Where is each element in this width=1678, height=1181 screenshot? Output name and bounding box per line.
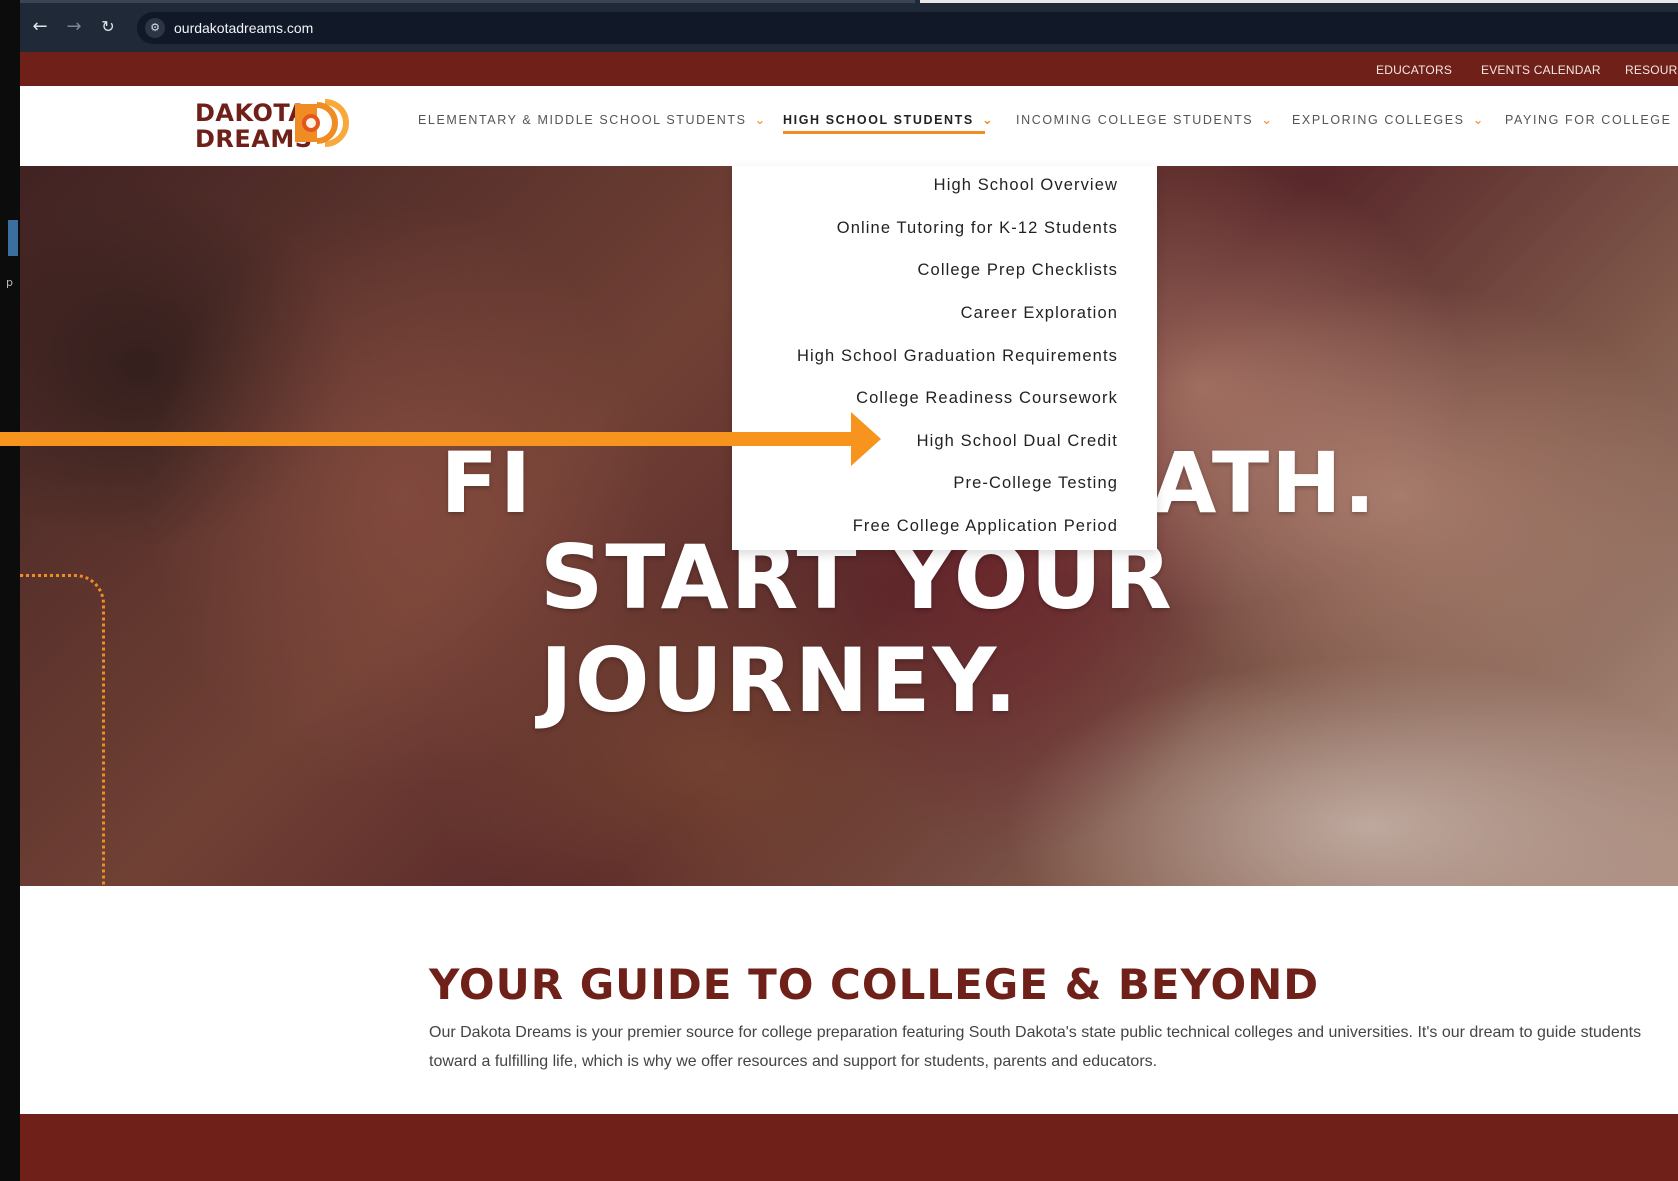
menu-item-college-readiness-coursework[interactable]: College Readiness Coursework (856, 389, 1118, 408)
active-nav-underline (783, 131, 985, 134)
nav-exploring-colleges[interactable]: EXPLORING COLLEGES ⌄ (1292, 113, 1485, 128)
nav-exploring-colleges-label: EXPLORING COLLEGES (1292, 113, 1465, 127)
site-settings-icon[interactable]: ⚙ (145, 18, 165, 38)
utility-link-educators[interactable]: EDUCATORS (1376, 63, 1452, 77)
left-window-edge: p (0, 0, 20, 1181)
back-arrow-icon[interactable]: ← (29, 16, 51, 38)
nav-incoming-college[interactable]: INCOMING COLLEGE STUDENTS ⌄ (1016, 113, 1274, 128)
chevron-down-icon: ⌄ (1261, 113, 1274, 128)
tab-strip-edge (20, 0, 915, 3)
reload-icon[interactable]: ↻ (97, 16, 119, 38)
side-fragment: p (6, 276, 13, 289)
nav-paying-for-college[interactable]: PAYING FOR COLLEGE⌄ (1505, 113, 1678, 128)
forward-arrow-icon[interactable]: → (63, 16, 85, 38)
nav-incoming-college-label: INCOMING COLLEGE STUDENTS (1016, 113, 1254, 127)
menu-item-college-prep-checklists[interactable]: College Prep Checklists (918, 261, 1118, 280)
nav-high-school[interactable]: HIGH SCHOOL STUDENTS ⌄ (783, 113, 994, 128)
intro-title: YOUR GUIDE TO COLLEGE & BEYOND (429, 960, 1320, 1009)
arrow-annotation (0, 432, 854, 446)
intro-section: YOUR GUIDE TO COLLEGE & BEYOND Our Dakot… (20, 886, 1678, 1114)
footer-band (20, 1114, 1678, 1181)
nav-elementary-middle[interactable]: ELEMENTARY & MIDDLE SCHOOL STUDENTS ⌄ (418, 113, 767, 128)
arrow-annotation-head (851, 412, 881, 466)
menu-item-free-college-application-period[interactable]: Free College Application Period (853, 517, 1118, 536)
utility-link-resources[interactable]: RESOUR (1625, 63, 1678, 77)
menu-item-high-school-dual-credit[interactable]: High School Dual Credit (917, 432, 1118, 451)
chevron-down-icon: ⌄ (981, 113, 995, 128)
utility-bar: EDUCATORS EVENTS CALENDAR RESOUR (20, 52, 1678, 86)
logo-sun-icon (295, 99, 349, 147)
nav-high-school-label: HIGH SCHOOL STUDENTS (783, 113, 974, 127)
address-bar[interactable]: ⚙ ourdakotadreams.com (137, 12, 1678, 44)
nav-elementary-middle-label: ELEMENTARY & MIDDLE SCHOOL STUDENTS (418, 113, 747, 127)
menu-item-high-school-overview[interactable]: High School Overview (934, 176, 1118, 195)
menu-item-career-exploration[interactable]: Career Exploration (961, 304, 1118, 323)
browser-toolbar: ← → ↻ ⚙ ourdakotadreams.com (20, 0, 1678, 52)
menu-item-online-tutoring[interactable]: Online Tutoring for K-12 Students (837, 219, 1118, 238)
menu-item-pre-college-testing[interactable]: Pre-College Testing (953, 474, 1118, 493)
chevron-down-icon: ⌄ (754, 113, 768, 128)
utility-link-events-calendar[interactable]: EVENTS CALENDAR (1481, 63, 1601, 77)
high-school-dropdown-menu: High School Overview Online Tutoring for… (732, 166, 1157, 550)
tab-strip-edge-light (920, 0, 1678, 3)
hero-headline-line-2: START YOUR JOURNEY. (540, 526, 1174, 732)
nav-paying-for-college-label: PAYING FOR COLLEGE (1505, 113, 1672, 127)
intro-body: Our Dakota Dreams is your premier source… (429, 1024, 1642, 1070)
side-tab-indicator (8, 220, 18, 256)
menu-item-graduation-requirements[interactable]: High School Graduation Requirements (797, 347, 1118, 366)
site-header: DAKOTA DREAMS ELEMENTARY & MIDDLE SCHOOL… (20, 86, 1678, 166)
chevron-down-icon: ⌄ (1472, 113, 1486, 128)
url-text[interactable]: ourdakotadreams.com (174, 20, 313, 36)
